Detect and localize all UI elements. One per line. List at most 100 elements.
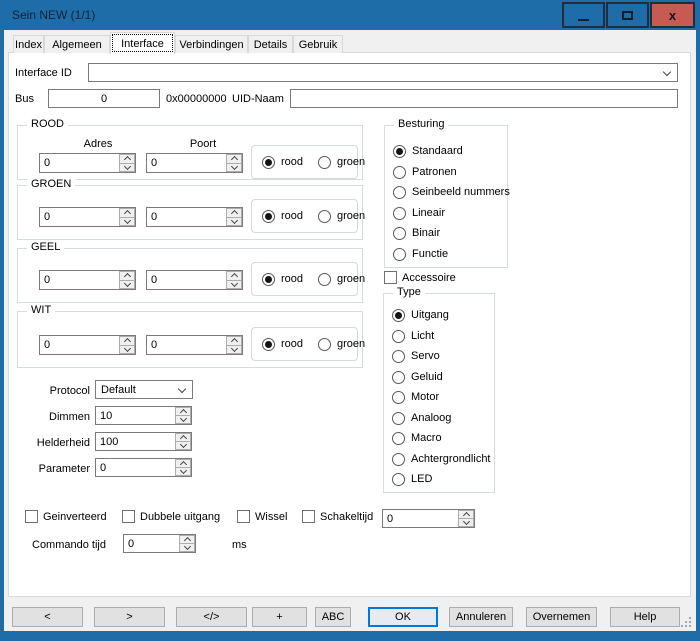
- geel-group: GEEL 0 0 rood groen: [17, 248, 363, 303]
- minimize-button[interactable]: [562, 2, 605, 28]
- radio-unchecked-icon: [392, 453, 405, 466]
- type-option-analoog[interactable]: Analoog: [392, 411, 451, 425]
- spinner-down-button[interactable]: [119, 164, 135, 173]
- commando-tijd-spinner[interactable]: 0: [123, 534, 196, 553]
- groen-poort-spinner[interactable]: 0: [146, 207, 243, 227]
- wit-adres-spinner[interactable]: 0: [39, 335, 136, 355]
- spinner-down-button[interactable]: [458, 519, 474, 527]
- geinverteerd-checkbox[interactable]: Geinverteerd: [25, 510, 107, 523]
- geel-poort-spinner[interactable]: 0: [146, 270, 243, 290]
- maximize-button[interactable]: [606, 2, 649, 28]
- radio-groen[interactable]: groen: [318, 338, 365, 351]
- spinner-value[interactable]: 0: [40, 154, 119, 172]
- spinner-value[interactable]: 0: [147, 208, 226, 226]
- spinner-value[interactable]: 0: [147, 271, 226, 289]
- type-option-licht[interactable]: Licht: [392, 329, 434, 343]
- rood-adres-spinner[interactable]: 0: [39, 153, 136, 173]
- besturing-option-lineair[interactable]: Lineair: [393, 206, 445, 220]
- dubbele-uitgang-checkbox[interactable]: Dubbele uitgang: [122, 510, 220, 523]
- wissel-checkbox[interactable]: Wissel: [237, 510, 287, 523]
- spinner-down-button[interactable]: [119, 218, 135, 227]
- overnemen-button[interactable]: Overnemen: [526, 607, 597, 627]
- spinner-value[interactable]: 0: [383, 510, 458, 527]
- radio-unchecked-icon: [392, 412, 405, 425]
- type-option-geluid[interactable]: Geluid: [392, 370, 443, 384]
- schakeltijd-checkbox[interactable]: Schakeltijd: [302, 510, 373, 523]
- interface-id-combobox[interactable]: [88, 63, 678, 82]
- spinner-down-button[interactable]: [175, 468, 191, 476]
- spinner-value[interactable]: 0: [147, 154, 226, 172]
- tab-index[interactable]: Index: [13, 35, 44, 53]
- spinner-value[interactable]: 10: [96, 407, 175, 424]
- tab-verbindingen[interactable]: Verbindingen: [175, 35, 248, 53]
- spinner-value[interactable]: 0: [147, 336, 226, 354]
- spinner-value[interactable]: 0: [40, 208, 119, 226]
- annuleren-button[interactable]: Annuleren: [449, 607, 513, 627]
- dropdown-chevron-icon: [663, 67, 671, 75]
- radio-rood[interactable]: rood: [262, 156, 303, 169]
- titlebar[interactable]: Sein NEW (1/1) x: [0, 0, 700, 30]
- spinner-value[interactable]: 100: [96, 433, 175, 450]
- radio-unchecked-icon: [393, 166, 406, 179]
- protocol-combobox[interactable]: Default: [95, 380, 193, 399]
- parameter-spinner[interactable]: 0: [95, 458, 192, 477]
- besturing-option-standaard[interactable]: Standaard: [393, 144, 463, 158]
- checkbox-icon: [237, 510, 250, 523]
- abc-button[interactable]: ABC: [315, 607, 351, 627]
- radio-rood[interactable]: rood: [262, 210, 303, 223]
- add-button[interactable]: +: [252, 607, 307, 627]
- helderheid-spinner[interactable]: 100: [95, 432, 192, 451]
- tab-algemeen[interactable]: Algemeen: [44, 35, 110, 53]
- besturing-option-functie[interactable]: Functie: [393, 247, 448, 261]
- dimmen-spinner[interactable]: 10: [95, 406, 192, 425]
- besturing-option-seinbeeld-nummers[interactable]: Seinbeeld nummers: [393, 185, 510, 199]
- radio-groen[interactable]: groen: [318, 273, 365, 286]
- besturing-option-binair[interactable]: Binair: [393, 226, 440, 240]
- ok-button[interactable]: OK: [368, 607, 438, 627]
- type-option-led[interactable]: LED: [392, 472, 432, 486]
- spinner-down-button[interactable]: [226, 281, 242, 290]
- spinner-down-button[interactable]: [226, 218, 242, 227]
- spinner-down-button[interactable]: [175, 416, 191, 424]
- next-button[interactable]: >: [94, 607, 165, 627]
- spinner-down-button[interactable]: [119, 281, 135, 290]
- spinner-down-button[interactable]: [226, 164, 242, 173]
- radio-unchecked-icon: [392, 391, 405, 404]
- spinner-down-button[interactable]: [175, 442, 191, 450]
- close-button[interactable]: x: [650, 2, 695, 28]
- spinner-value[interactable]: 0: [96, 459, 175, 476]
- radio-groen[interactable]: groen: [318, 156, 365, 169]
- type-option-servo[interactable]: Servo: [392, 349, 440, 363]
- groen-adres-spinner[interactable]: 0: [39, 207, 136, 227]
- spinner-down-button[interactable]: [179, 544, 195, 552]
- tab-interface[interactable]: Interface: [110, 32, 175, 54]
- spinner-value[interactable]: 0: [40, 271, 119, 289]
- besturing-option-patronen[interactable]: Patronen: [393, 165, 457, 179]
- type-option-macro[interactable]: Macro: [392, 431, 442, 445]
- resize-grip[interactable]: [681, 617, 693, 629]
- type-option-motor[interactable]: Motor: [392, 390, 439, 404]
- accessoire-checkbox[interactable]: Accessoire: [384, 271, 456, 284]
- spinner-down-button[interactable]: [226, 346, 242, 355]
- help-button[interactable]: Help: [610, 607, 680, 627]
- radio-groen[interactable]: groen: [318, 210, 365, 223]
- type-option-uitgang[interactable]: Uitgang: [392, 308, 449, 322]
- uid-naam-input[interactable]: [290, 89, 678, 108]
- bus-input[interactable]: 0: [48, 89, 160, 108]
- spinner-down-button[interactable]: [119, 346, 135, 355]
- type-group-title: Type: [393, 286, 425, 298]
- rood-poort-spinner[interactable]: 0: [146, 153, 243, 173]
- groen-group-title: GROEN: [27, 178, 75, 190]
- tab-gebruik[interactable]: Gebruik: [293, 35, 343, 53]
- radio-rood[interactable]: rood: [262, 338, 303, 351]
- spinner-value[interactable]: 0: [124, 535, 179, 552]
- schakeltijd-spinner[interactable]: 0: [382, 509, 475, 528]
- geel-adres-spinner[interactable]: 0: [39, 270, 136, 290]
- code-button[interactable]: </>: [176, 607, 247, 627]
- tab-details[interactable]: Details: [248, 35, 293, 53]
- spinner-value[interactable]: 0: [40, 336, 119, 354]
- prev-button[interactable]: <: [12, 607, 83, 627]
- radio-rood[interactable]: rood: [262, 273, 303, 286]
- type-option-achtergrondlicht[interactable]: Achtergrondlicht: [392, 452, 491, 466]
- wit-poort-spinner[interactable]: 0: [146, 335, 243, 355]
